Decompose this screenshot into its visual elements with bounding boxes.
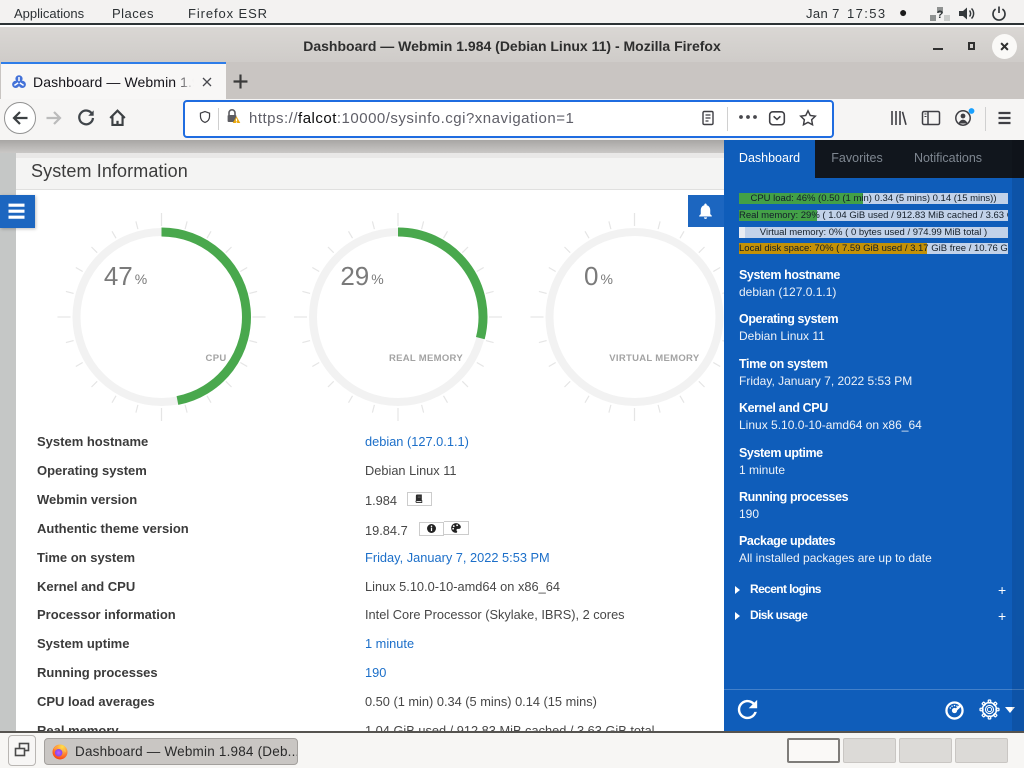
svg-text:VIRTUAL MEMORY: VIRTUAL MEMORY xyxy=(609,353,700,364)
svg-text:0%: 0% xyxy=(584,261,613,291)
svg-text:47%: 47% xyxy=(104,261,147,291)
svg-text:29%: 29% xyxy=(340,261,383,291)
svg-text:CPU: CPU xyxy=(206,353,227,364)
svg-text:?: ? xyxy=(937,9,944,21)
svg-text:REAL MEMORY: REAL MEMORY xyxy=(389,353,463,364)
